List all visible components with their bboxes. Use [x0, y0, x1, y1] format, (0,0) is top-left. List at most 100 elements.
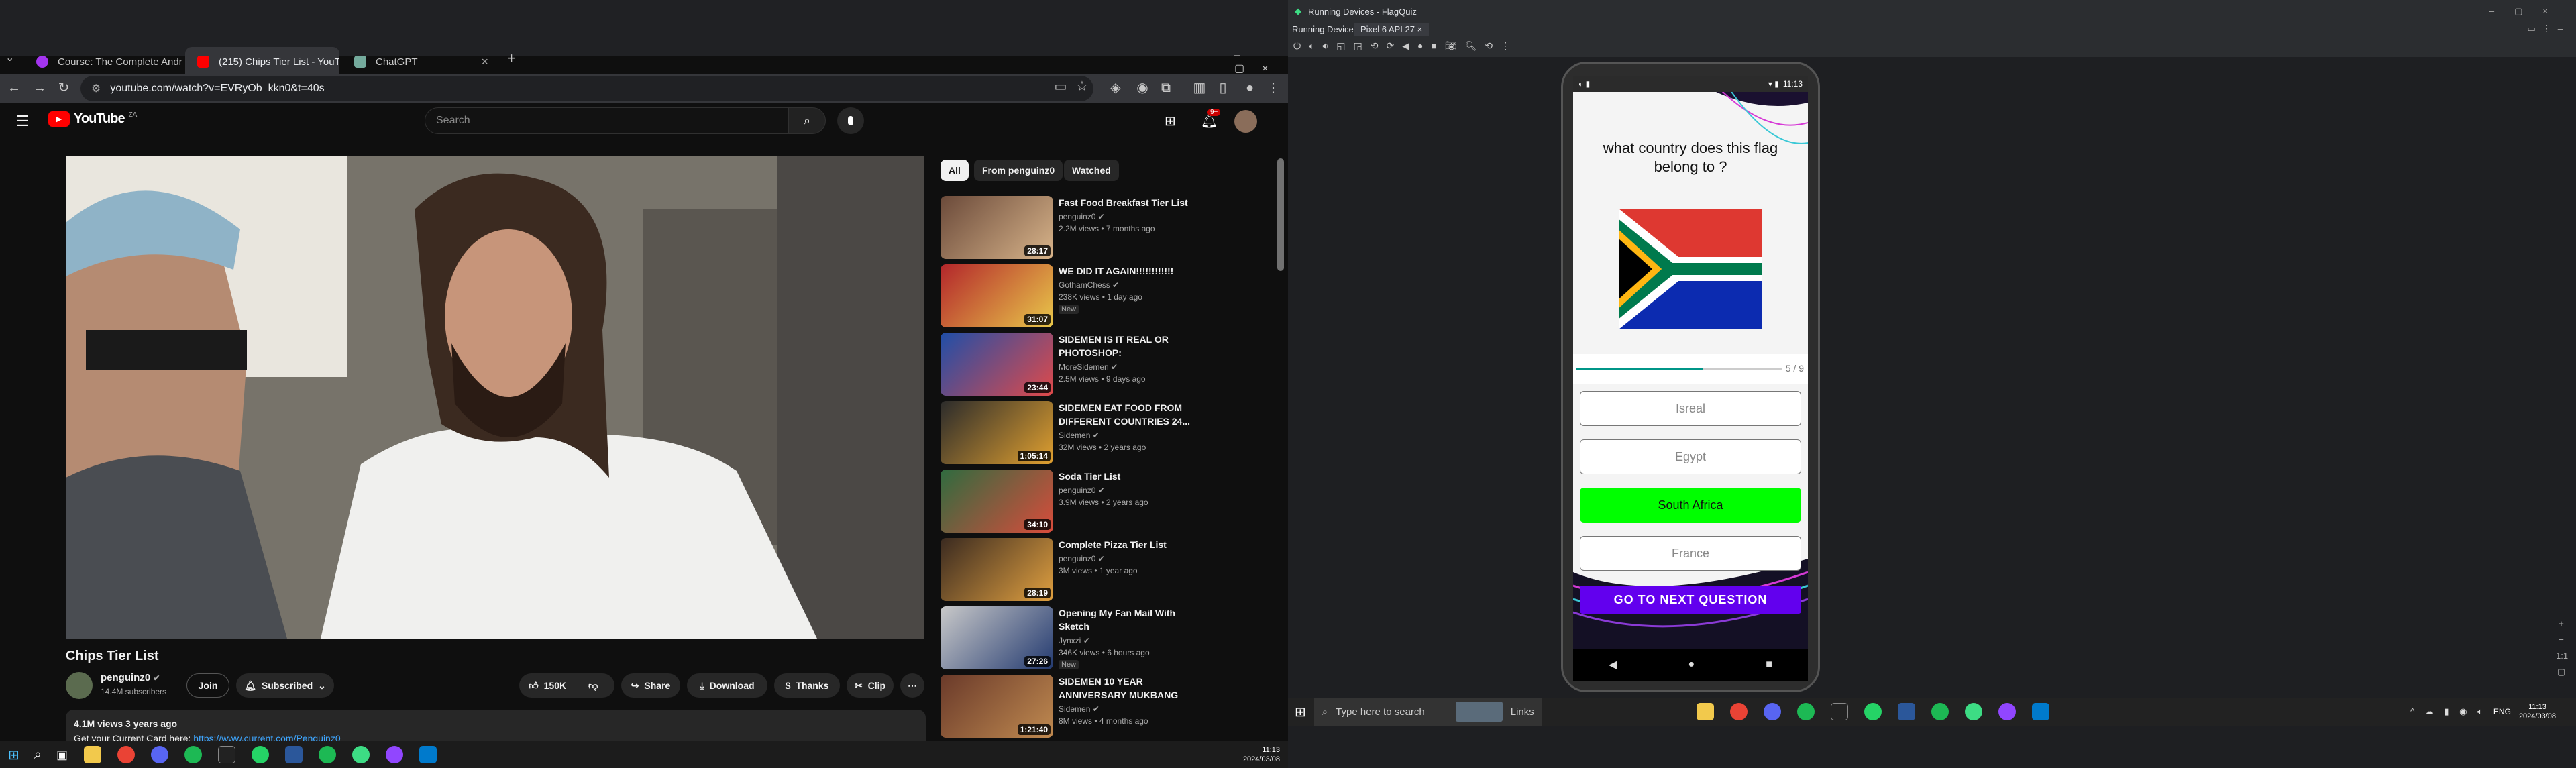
- avatar[interactable]: [1234, 110, 1257, 133]
- recents-nav-icon[interactable]: ■: [1766, 659, 1772, 671]
- recommendation-channel[interactable]: Jynxzi ✔: [1059, 635, 1090, 647]
- reload-icon[interactable]: ↻: [55, 79, 72, 97]
- task-view-icon[interactable]: ▣: [56, 748, 68, 762]
- spotify-icon[interactable]: [318, 746, 336, 763]
- taskbar-search-input[interactable]: ⌕ Type here to search Links: [1313, 698, 1542, 726]
- next-question-button[interactable]: GO TO NEXT QUESTION: [1580, 586, 1801, 614]
- recommendation-title[interactable]: SIDEMEN EAT FOOD FROM DIFFERENT COUNTRIE…: [1059, 401, 1193, 428]
- recommendation-item[interactable]: 1:05:14 SIDEMEN EAT FOOD FROM DIFFERENT C…: [941, 401, 1283, 468]
- recommendation-item[interactable]: 34:10 Soda Tier List penguinz0 ✔ 3.9M views…: [941, 470, 1283, 537]
- file-explorer-icon[interactable]: [1696, 703, 1714, 720]
- recommendation-item[interactable]: 23:44 SIDEMEN IS IT REAL OR PHOTOSHOP: OU…: [941, 333, 1283, 400]
- windows-start-icon[interactable]: ⊞: [1295, 704, 1306, 720]
- recommendation-title[interactable]: SIDEMEN 10 YEAR ANNIVERSARY MUKBANG: [1059, 675, 1193, 702]
- recommendation-title[interactable]: Opening My Fan Mail With Sketch: [1059, 606, 1193, 633]
- page-scrollbar[interactable]: [1277, 158, 1284, 271]
- recommendation-channel[interactable]: penguinz0 ✔: [1059, 211, 1105, 223]
- spotify-icon[interactable]: [1796, 703, 1815, 720]
- windows-start-icon[interactable]: ⊞: [8, 747, 19, 763]
- new-tab-icon[interactable]: +: [507, 50, 516, 67]
- discord-icon[interactable]: [1763, 703, 1781, 720]
- window-controls[interactable]: –▢×: [1234, 50, 1288, 75]
- search-input[interactable]: Search: [425, 107, 788, 134]
- share-button[interactable]: ↪ Share: [621, 673, 680, 698]
- whatsapp-icon[interactable]: [251, 746, 269, 763]
- extension-icon[interactable]: ◈: [1107, 79, 1124, 97]
- vscode-icon[interactable]: [419, 746, 437, 763]
- panel-options-icon[interactable]: ▭⋮–: [2527, 23, 2569, 34]
- dislike-icon[interactable]: 👎︎: [580, 679, 598, 692]
- language-indicator[interactable]: ENG: [2493, 707, 2511, 716]
- clock[interactable]: 11:13 2024/03/08: [1243, 745, 1280, 764]
- device-tab[interactable]: Pixel 6 API 27 ×: [1354, 23, 1430, 37]
- video-thumbnail[interactable]: 27:26: [941, 606, 1053, 669]
- recommendation-channel[interactable]: Sidemen ✔: [1059, 429, 1099, 441]
- recommendation-item[interactable]: 28:19 Complete Pizza Tier List penguinz0 ✔…: [941, 538, 1283, 605]
- back-nav-icon[interactable]: ◀: [1609, 658, 1617, 671]
- video-thumbnail[interactable]: 23:44: [941, 333, 1053, 396]
- recommendation-title[interactable]: WE DID IT AGAIN!!!!!!!!!!!!: [1059, 264, 1193, 278]
- home-nav-icon[interactable]: ●: [1688, 659, 1695, 671]
- system-tray-icons[interactable]: ^ ☁ ▮ ◉ 🔈︎: [2410, 706, 2487, 717]
- extension-icon[interactable]: ◉: [1134, 79, 1151, 97]
- thanks-button[interactable]: $ Thanks: [774, 673, 840, 698]
- channel-name-row[interactable]: penguinz0 ✔: [101, 672, 160, 683]
- option-4-button[interactable]: France: [1580, 536, 1801, 571]
- app-icon[interactable]: [385, 746, 403, 763]
- recommendation-title[interactable]: Fast Food Breakfast Tier List: [1059, 196, 1193, 209]
- recommendation-item[interactable]: 28:17 Fast Food Breakfast Tier List pengui…: [941, 196, 1283, 263]
- clip-button[interactable]: ✂ Clip: [847, 673, 894, 698]
- chrome-icon[interactable]: [1729, 703, 1748, 720]
- recommendation-item[interactable]: 27:26 Opening My Fan Mail With Sketch Jynx…: [941, 606, 1283, 673]
- video-thumbnail[interactable]: 34:10: [941, 470, 1053, 533]
- join-button[interactable]: Join: [186, 673, 229, 698]
- discord-icon[interactable]: [150, 746, 168, 763]
- voice-search-button[interactable]: [837, 107, 864, 134]
- vscode-icon[interactable]: [2031, 703, 2049, 720]
- close-tab-icon[interactable]: ×: [481, 55, 488, 69]
- chip-watched[interactable]: Watched: [1064, 160, 1119, 181]
- tab-chatgpt[interactable]: ChatGPT ×: [342, 47, 500, 76]
- youtube-logo[interactable]: ▶ YouTube ZA: [48, 111, 137, 127]
- emulator-controls-icon[interactable]: ⏻🔈︎🔉︎◱◲⟲⟳◀●■📷︎🔍︎⟲⋮: [1293, 40, 1518, 52]
- recommendation-channel[interactable]: Sidemen ✔: [1059, 703, 1099, 715]
- download-button[interactable]: ⤓ Download: [687, 673, 767, 698]
- like-dislike-group[interactable]: 👍︎ 150K 👎︎: [519, 673, 614, 698]
- back-icon[interactable]: ←: [5, 79, 23, 97]
- clock[interactable]: 11:13 2024/03/08: [2519, 702, 2556, 721]
- option-1-button[interactable]: Isreal: [1580, 391, 1801, 426]
- split-icon[interactable]: ▯: [1214, 79, 1232, 97]
- notion-icon[interactable]: [217, 746, 235, 763]
- recommendation-channel[interactable]: penguinz0 ✔: [1059, 553, 1105, 565]
- android-studio-icon[interactable]: [1964, 703, 1982, 720]
- forward-icon[interactable]: →: [31, 79, 48, 97]
- video-thumbnail[interactable]: 28:17: [941, 196, 1053, 259]
- spotify-icon[interactable]: [184, 746, 202, 763]
- chip-all[interactable]: All: [941, 160, 969, 181]
- app-icon[interactable]: [1998, 703, 2016, 720]
- chrome-icon[interactable]: [117, 746, 135, 763]
- subscribed-button[interactable]: 🔔︎ Subscribed ⌄: [236, 673, 334, 698]
- recommendation-channel[interactable]: GothamChess ✔: [1059, 279, 1119, 291]
- video-thumbnail[interactable]: 28:19: [941, 538, 1053, 601]
- recommendation-title[interactable]: SIDEMEN IS IT REAL OR PHOTOSHOP: OUTRAGE…: [1059, 333, 1193, 360]
- word-icon[interactable]: [284, 746, 303, 763]
- file-explorer-icon[interactable]: [83, 746, 101, 763]
- hamburger-menu-icon[interactable]: ☰: [16, 113, 30, 130]
- recommendation-channel[interactable]: MoreSidemen ✔: [1059, 361, 1118, 373]
- address-bar[interactable]: ⚙ youtube.com/watch?v=EVRyOb_kkn0&t=40s: [80, 76, 1093, 101]
- video-thumbnail[interactable]: 1:21:40: [941, 675, 1053, 738]
- window-controls[interactable]: –▢×: [2489, 6, 2568, 17]
- option-2-button[interactable]: Egypt: [1580, 439, 1801, 474]
- menu-kebab-icon[interactable]: ⋮: [1265, 79, 1282, 97]
- chip-from-channel[interactable]: From penguinz0: [974, 160, 1063, 181]
- recommendation-title[interactable]: Complete Pizza Tier List: [1059, 538, 1193, 551]
- recommendation-item[interactable]: 1:21:40 SIDEMEN 10 YEAR ANNIVERSARY MUKBA…: [941, 675, 1283, 742]
- recommendation-item[interactable]: 31:07 WE DID IT AGAIN!!!!!!!!!!!! GothamCh…: [941, 264, 1283, 331]
- recommendation-title[interactable]: Soda Tier List: [1059, 470, 1193, 483]
- install-icon[interactable]: ▭: [1052, 78, 1069, 95]
- zoom-controls[interactable]: + −1:1 ▢: [2556, 616, 2568, 680]
- tab-search-icon[interactable]: ⌄: [5, 51, 20, 67]
- search-icon[interactable]: ⌕: [34, 747, 42, 763]
- extensions-puzzle-icon[interactable]: ⧉: [1157, 79, 1175, 97]
